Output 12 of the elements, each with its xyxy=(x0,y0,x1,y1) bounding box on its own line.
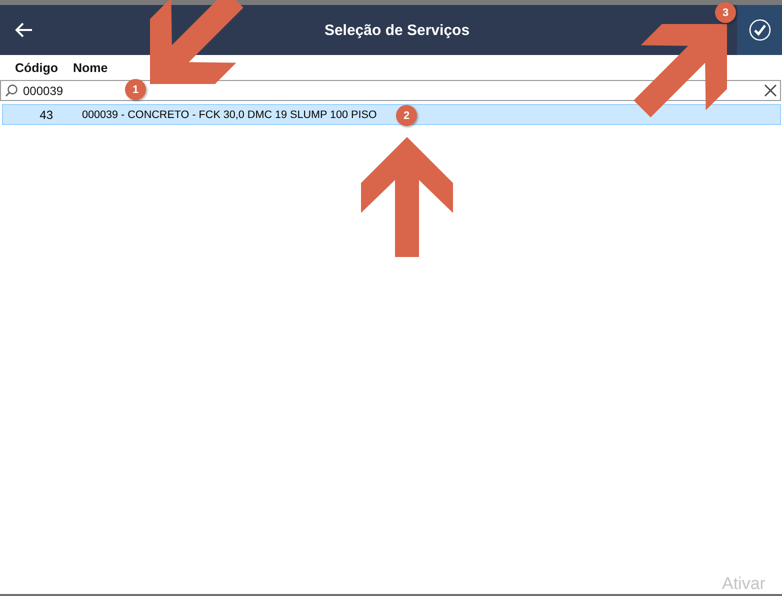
check-circle-icon xyxy=(748,19,770,41)
column-header: Nome xyxy=(73,60,108,74)
screen-title: Seleção de Serviços xyxy=(323,22,471,38)
column-header: Código xyxy=(14,60,58,74)
code-cell-text: 43 xyxy=(38,108,53,122)
activation-notice: Ativar xyxy=(722,574,766,594)
name-cell: 000039 - CONCRETO - FCK 30,0 DMC 19 SLUMP 100 PISO xyxy=(82,108,377,120)
search-icon xyxy=(5,84,18,97)
clear-button[interactable] xyxy=(762,84,779,97)
close-icon xyxy=(764,84,777,97)
confirm-button[interactable] xyxy=(737,5,782,55)
back-arrow-icon xyxy=(15,22,33,38)
